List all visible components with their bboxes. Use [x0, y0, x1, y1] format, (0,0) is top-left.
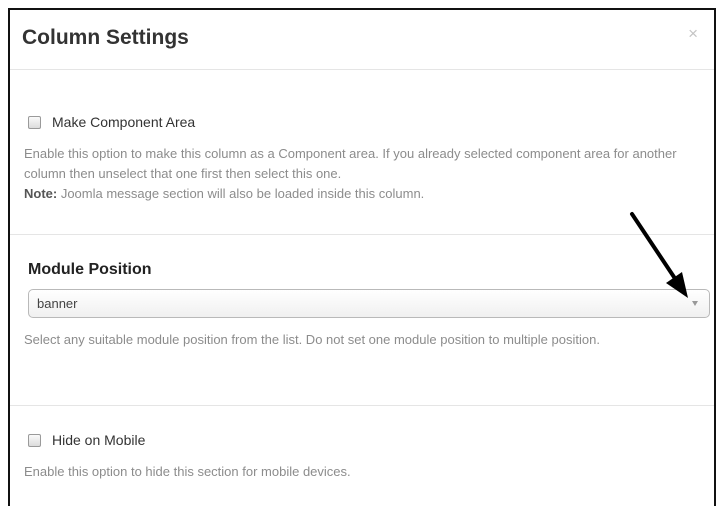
make-component-area-label[interactable]: Make Component Area — [52, 114, 195, 130]
hide-mobile-section: Hide on Mobile Enable this option to hid… — [10, 406, 714, 482]
hide-mobile-row: Hide on Mobile — [24, 430, 700, 450]
module-position-help: Select any suitable module position from… — [24, 332, 600, 347]
module-position-label: Module Position — [28, 261, 152, 278]
component-area-row: Make Component Area — [24, 112, 700, 132]
modal-title: Column Settings — [22, 26, 189, 49]
modal-header: Column Settings × — [10, 10, 714, 70]
column-settings-modal: Column Settings × Make Component Area En… — [8, 8, 716, 506]
module-position-value: banner — [37, 296, 78, 311]
component-area-help: Enable this option to make this column a… — [24, 144, 694, 204]
component-area-help-text: Enable this option to make this column a… — [24, 146, 677, 181]
chevron-down-icon[interactable] — [692, 301, 698, 306]
component-area-section: Make Component Area Enable this option t… — [10, 70, 714, 235]
hide-mobile-help: Enable this option to hide this section … — [24, 464, 351, 479]
module-position-section: Module Position banner Select any suitab… — [10, 235, 714, 406]
hide-on-mobile-label[interactable]: Hide on Mobile — [52, 432, 145, 448]
hide-on-mobile-checkbox[interactable] — [28, 433, 41, 447]
close-icon[interactable]: × — [688, 24, 698, 44]
module-position-select[interactable]: banner — [28, 289, 710, 318]
make-component-area-checkbox[interactable] — [28, 115, 41, 129]
note-label: Note: — [24, 186, 58, 201]
note-text: Joomla message section will also be load… — [57, 186, 425, 201]
